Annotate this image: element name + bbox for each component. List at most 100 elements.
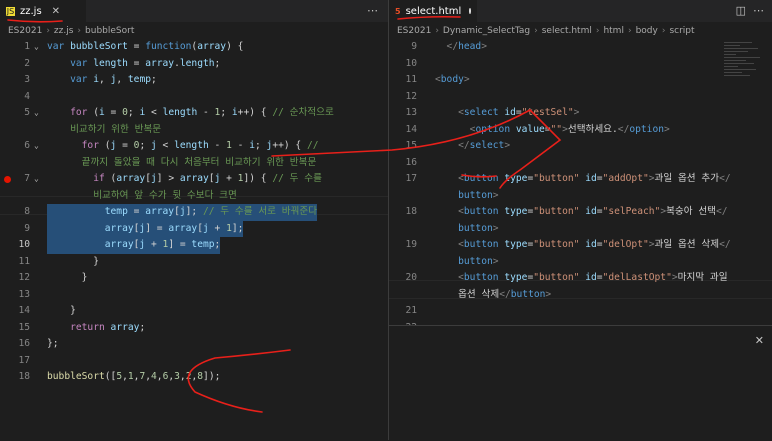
code-token: ; xyxy=(151,74,157,85)
code-token: ++) { xyxy=(237,107,273,118)
code-line[interactable]: 10 xyxy=(389,56,772,73)
code-line[interactable]: 14 } xyxy=(0,303,388,320)
code-text: </select> xyxy=(435,138,510,155)
code-text: <select id="testSel"> xyxy=(435,105,579,122)
code-token: temp xyxy=(191,239,215,250)
fold-chevron-icon[interactable]: ⌄ xyxy=(34,39,39,56)
breadcrumb-item[interactable]: ES2021 xyxy=(8,26,42,36)
fold-chevron-icon[interactable]: ⌄ xyxy=(34,171,39,188)
code-token: ] = xyxy=(168,239,192,250)
line-number: 13 xyxy=(405,107,417,118)
code-line[interactable]: 1 ⌄ var bubbleSort = function(array) { xyxy=(0,39,388,56)
tab-zz-js[interactable]: JS zz.js ✕ xyxy=(0,0,86,22)
code-token: ] = xyxy=(145,222,169,234)
code-line[interactable]: 12 xyxy=(389,89,772,106)
code-token: // 순차적으로 xyxy=(272,107,334,118)
split-editor-icon[interactable]: ◫ xyxy=(736,4,746,17)
code-line[interactable]: 21 xyxy=(389,303,772,320)
code-text: <button type="button" id="delOpt">과일 옵션 … xyxy=(435,237,731,254)
code-line[interactable]: 17 <button type="button" id="addOpt">과일 … xyxy=(389,171,772,188)
code-line[interactable]: 17 xyxy=(0,353,388,370)
code-line[interactable]: 16 xyxy=(389,155,772,172)
code-line[interactable]: 7 ⌄ if (array[j] > array[j + 1]) { // 두 수… xyxy=(0,171,388,188)
code-token: ]; xyxy=(231,222,244,234)
code-line[interactable]: 13 xyxy=(0,287,388,304)
code-token: , xyxy=(99,74,111,85)
breadcrumb-item[interactable]: select.html xyxy=(542,26,592,36)
code-line[interactable]: 옵션 삭제</button> xyxy=(389,287,772,304)
breadcrumb-item[interactable]: html xyxy=(603,26,624,36)
code-line[interactable]: 19 <button type="button" id="delOpt">과일 … xyxy=(389,237,772,254)
breadcrumb: ES2021 › Dynamic_SelectTag › select.html › htm… xyxy=(389,22,772,39)
code-token: button xyxy=(463,206,499,217)
line-number: 18 xyxy=(405,206,417,217)
code-line[interactable]: 비교하기 위한 반복문 xyxy=(0,122,388,139)
code-token: 비교하여 앞 수가 뒷 수보다 크면 xyxy=(47,189,237,201)
code-text: bubbleSort([5,1,7,4,6,3,2,8]); xyxy=(47,369,220,386)
code-line[interactable]: 11 } xyxy=(0,254,388,271)
html5-file-icon: 5 xyxy=(395,6,401,16)
code-token: < xyxy=(435,107,464,118)
more-actions-icon[interactable]: ⋯ xyxy=(753,4,764,17)
code-text: array[j + 1] = temp; xyxy=(47,237,221,254)
fold-chevron-icon[interactable]: ⌄ xyxy=(34,138,39,155)
code-line[interactable]: button> xyxy=(389,221,772,238)
code-token: 복숭아 선택 xyxy=(666,206,717,217)
code-line[interactable]: 끝까지 돌았을 때 다시 처음부터 비교하기 위한 반복문 xyxy=(0,155,388,172)
tab-select-html[interactable]: 5 select.html xyxy=(389,0,477,22)
code-line[interactable]: 18 bubbleSort([5,1,7,4,6,3,2,8]); xyxy=(0,369,388,386)
code-line[interactable]: 4 xyxy=(0,89,388,106)
code-token: array xyxy=(116,173,146,184)
breadcrumb-item[interactable]: body xyxy=(636,26,658,36)
fold-chevron-icon[interactable]: ⌄ xyxy=(34,105,39,122)
code-line[interactable]: 14 <option value="">선택하세요.</option> xyxy=(389,122,772,139)
code-token: }; xyxy=(47,338,59,349)
breadcrumb-item[interactable]: zz.js xyxy=(54,26,74,36)
code-token: array xyxy=(179,173,209,184)
close-icon[interactable]: ✕ xyxy=(52,6,60,17)
minimap[interactable] xyxy=(724,40,764,170)
code-line[interactable]: button> xyxy=(389,254,772,271)
code-line[interactable]: 9 array[j] = array[j + 1]; xyxy=(0,220,388,237)
code-token: select xyxy=(469,140,505,151)
bottom-panel: ✕ xyxy=(389,325,772,441)
code-line[interactable]: 10 array[j + 1] = temp; xyxy=(0,237,388,254)
code-line[interactable]: 2 var length = array.length; xyxy=(0,56,388,73)
breadcrumb-item[interactable]: Dynamic_SelectTag xyxy=(443,26,530,36)
code-token: </ xyxy=(499,288,511,300)
code-line[interactable]: 20 <button type="button" id="delLastOpt"… xyxy=(389,270,772,287)
breadcrumb-item[interactable]: bubbleSort xyxy=(85,26,134,36)
code-token: "button" xyxy=(533,173,580,184)
code-token: </ xyxy=(719,239,731,250)
code-line[interactable]: 6 ⌄ for (j = 0; j < length - 1 - i; j++) … xyxy=(0,138,388,155)
code-token: </ xyxy=(716,206,728,217)
more-actions-icon[interactable]: ⋯ xyxy=(367,4,378,17)
code-line[interactable]: 13 <select id="testSel"> xyxy=(389,105,772,122)
code-line[interactable]: 비교하여 앞 수가 뒷 수보다 크면 xyxy=(0,188,388,205)
breadcrumb-item[interactable]: ES2021 xyxy=(397,26,431,36)
code-token: ]); xyxy=(203,371,221,382)
code-token: length xyxy=(162,107,198,118)
code-line[interactable]: 18 <button type="button" id="selPeach">복… xyxy=(389,204,772,221)
code-token: </ xyxy=(435,140,470,151)
code-line[interactable]: 15 </select> xyxy=(389,138,772,155)
code-line[interactable]: 8 temp = array[j]; // 두 수를 서로 바꿔준다 xyxy=(0,204,388,221)
code-line[interactable]: 3 var i, j, temp; xyxy=(0,72,388,89)
code-line[interactable]: 11 <body> xyxy=(389,72,772,89)
code-line[interactable]: 5 ⌄ for (i = 0; i < length - 1; i++) { //… xyxy=(0,105,388,122)
code-line[interactable]: 12 } xyxy=(0,270,388,287)
code-line[interactable]: 15 return array; xyxy=(0,320,388,337)
code-token: - xyxy=(197,107,215,118)
code-line[interactable]: button> xyxy=(389,188,772,205)
code-editor[interactable]: 1 ⌄ var bubbleSort = function(array) {2 va… xyxy=(0,39,388,386)
code-token: > xyxy=(492,255,499,267)
breakpoint-icon[interactable] xyxy=(4,176,11,183)
close-icon[interactable]: ✕ xyxy=(755,334,764,347)
unsaved-dot-icon[interactable] xyxy=(469,8,471,14)
left-tab-bar: JS zz.js ✕ ⋯ xyxy=(0,0,388,22)
code-token: bubbleSort xyxy=(47,371,105,382)
code-line[interactable]: 9 </head> xyxy=(389,39,772,56)
line-number: 9 xyxy=(411,41,417,52)
code-line[interactable]: 16}; xyxy=(0,336,388,353)
breadcrumb-item[interactable]: script xyxy=(669,26,694,36)
